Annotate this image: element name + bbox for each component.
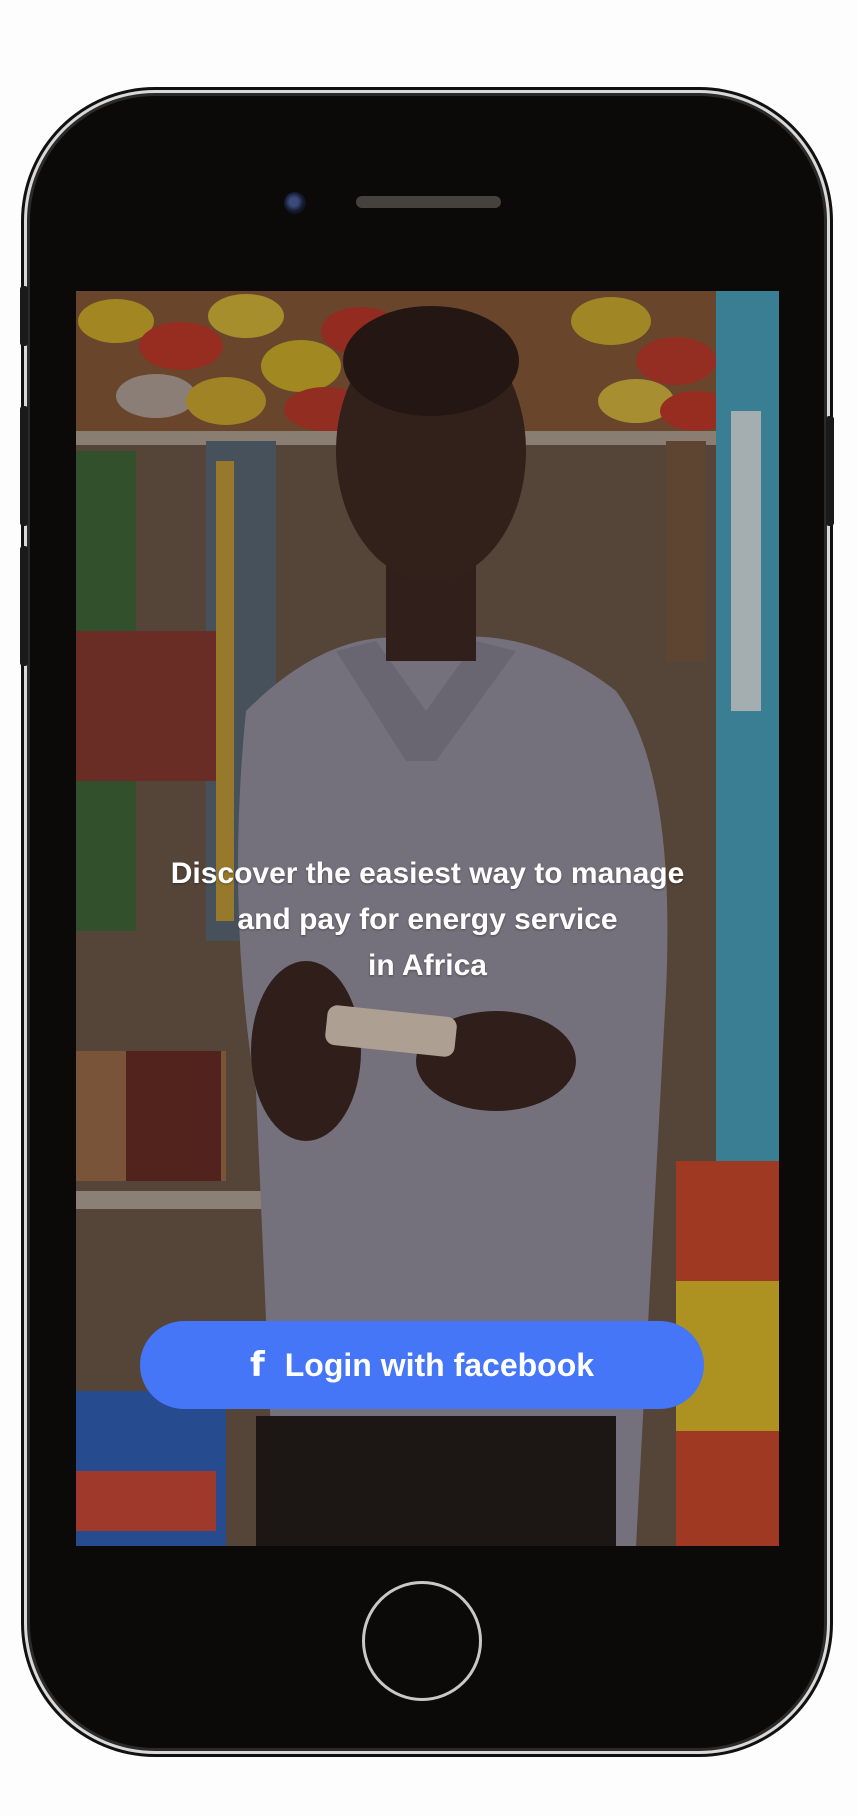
- app-screen: Discover the easiest way to manage and p…: [76, 291, 779, 1546]
- earpiece-speaker: [356, 196, 501, 208]
- tagline-line-2: and pay for energy service: [237, 903, 618, 936]
- facebook-icon: f: [249, 1345, 265, 1385]
- power-button: [826, 416, 834, 526]
- tagline: Discover the easiest way to manage and p…: [76, 851, 779, 989]
- volume-up-button: [20, 406, 28, 526]
- ringer-switch: [20, 286, 28, 346]
- tagline-line-3: in Africa: [368, 949, 487, 982]
- tagline-line-1: Discover the easiest way to manage: [170, 857, 685, 890]
- phone-frame: Discover the easiest way to manage and p…: [20, 96, 834, 1748]
- front-camera: [284, 192, 306, 214]
- volume-down-button: [20, 546, 28, 666]
- login-with-facebook-button[interactable]: f Login with facebook: [140, 1321, 704, 1409]
- login-button-label: Login with facebook: [284, 1346, 595, 1383]
- home-button[interactable]: [362, 1581, 482, 1701]
